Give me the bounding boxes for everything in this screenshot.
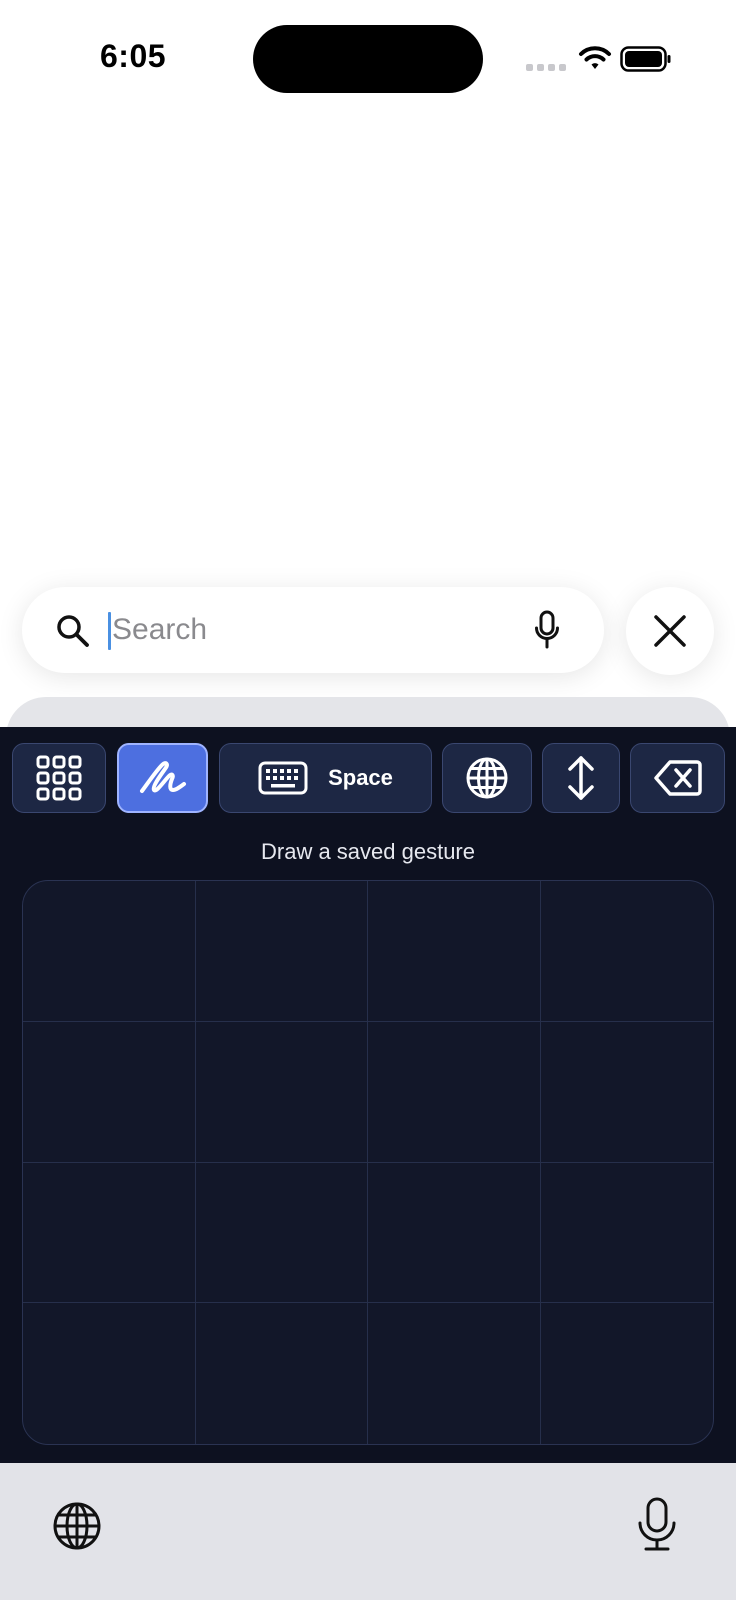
- gesture-keyboard: Space Draw a saved gesture: [0, 727, 736, 1463]
- globe-icon: [466, 757, 508, 799]
- keyboard-icon: [258, 761, 308, 795]
- cellular-signal-icon: [526, 64, 566, 71]
- close-icon: [654, 615, 686, 647]
- globe-button[interactable]: [442, 743, 532, 813]
- backspace-icon: [653, 760, 702, 796]
- microphone-icon[interactable]: [534, 610, 560, 650]
- gesture-cell: [23, 1162, 196, 1304]
- gesture-cell: [23, 881, 196, 1022]
- handwriting-mode-button[interactable]: [117, 743, 208, 813]
- gesture-drawing-area[interactable]: [22, 880, 714, 1445]
- gesture-cell: [541, 1303, 714, 1444]
- battery-icon: [620, 46, 671, 72]
- search-input[interactable]: [110, 587, 512, 673]
- dynamic-island: [253, 25, 483, 93]
- wifi-icon: [579, 46, 611, 69]
- space-button[interactable]: Space: [219, 743, 432, 813]
- status-icons: [526, 42, 676, 76]
- gesture-cell: [23, 1021, 196, 1163]
- backspace-button[interactable]: [630, 743, 725, 813]
- grid-keyboard-button[interactable]: [12, 743, 106, 813]
- gesture-cell: [196, 1303, 368, 1444]
- close-button[interactable]: [626, 587, 714, 675]
- handwriting-icon: [139, 761, 186, 793]
- microphone-icon[interactable]: [636, 1497, 678, 1553]
- status-time: 6:05: [100, 38, 167, 74]
- globe-icon[interactable]: [52, 1501, 102, 1551]
- gesture-cell: [540, 1163, 713, 1304]
- gesture-cell: [195, 1021, 368, 1163]
- gesture-cell: [368, 881, 541, 1022]
- resize-button[interactable]: [542, 743, 620, 813]
- gesture-cell: [540, 1022, 713, 1163]
- gesture-cell: [195, 881, 368, 1022]
- gesture-cell: [540, 881, 713, 1022]
- system-keyboard-bar: [0, 1463, 736, 1600]
- gesture-cell: [368, 1303, 541, 1444]
- vertical-arrows-icon: [568, 756, 594, 800]
- gesture-cell: [195, 1162, 368, 1304]
- search-icon: [57, 615, 89, 647]
- gesture-cell: [23, 1303, 196, 1444]
- space-label: Space: [328, 765, 393, 790]
- grid-icon: [36, 755, 82, 801]
- gesture-prompt: Draw a saved gesture: [261, 839, 475, 864]
- gesture-cell: [368, 1021, 541, 1163]
- search-bar[interactable]: [22, 587, 604, 673]
- gesture-cell: [368, 1162, 541, 1304]
